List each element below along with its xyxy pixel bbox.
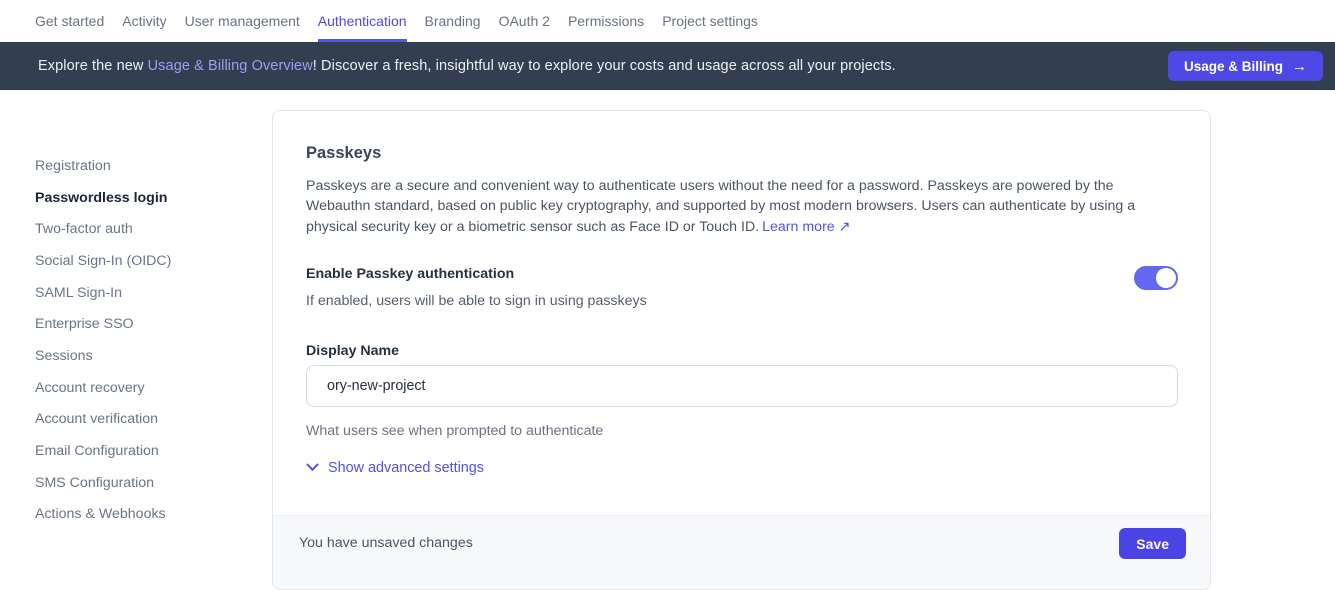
usage-billing-button-label: Usage & Billing <box>1184 59 1283 74</box>
passkeys-settings-card: Passkeys Passkeys are a secure and conve… <box>272 110 1211 590</box>
sidebar-item-account-recovery[interactable]: Account recovery <box>35 372 171 404</box>
sidebar-item-sessions[interactable]: Sessions <box>35 340 171 372</box>
card-footer: You have unsaved changes Save <box>273 515 1210 589</box>
sidebar-item-saml-sign-in[interactable]: SAML Sign-In <box>35 277 171 309</box>
tab-authentication[interactable]: Authentication <box>318 0 407 42</box>
tab-oauth2[interactable]: OAuth 2 <box>499 0 550 42</box>
settings-sidebar: Registration Passwordless login Two-fact… <box>35 150 171 530</box>
tab-activity[interactable]: Activity <box>122 0 166 42</box>
display-name-field: Display Name What users see when prompte… <box>306 343 1178 441</box>
usage-billing-button[interactable]: Usage & Billing → <box>1168 51 1323 81</box>
tab-get-started[interactable]: Get started <box>35 0 104 42</box>
description-text: Passkeys are a secure and convenient way… <box>306 178 1135 235</box>
sidebar-item-two-factor-auth[interactable]: Two-factor auth <box>35 213 171 245</box>
top-nav: Get started Activity User management Aut… <box>0 0 1335 42</box>
sidebar-item-actions-webhooks[interactable]: Actions & Webhooks <box>35 499 171 531</box>
sidebar-item-sms-configuration[interactable]: SMS Configuration <box>35 467 171 499</box>
show-advanced-settings-link[interactable]: Show advanced settings <box>306 458 484 478</box>
banner-text-before: Explore the new <box>38 58 148 74</box>
external-link-icon: ↗ <box>839 219 851 235</box>
banner-text-after: ! Discover a fresh, insightful way to ex… <box>313 58 896 74</box>
sidebar-item-email-configuration[interactable]: Email Configuration <box>35 435 171 467</box>
enable-passkey-row: Enable Passkey authentication If enabled… <box>306 264 1178 311</box>
sidebar-item-enterprise-sso[interactable]: Enterprise SSO <box>35 308 171 340</box>
tab-project-settings[interactable]: Project settings <box>662 0 758 42</box>
display-name-label: Display Name <box>306 343 1178 360</box>
display-name-input[interactable] <box>306 365 1178 407</box>
enable-passkey-toggle[interactable] <box>1134 266 1178 290</box>
toggle-knob <box>1156 268 1176 288</box>
learn-more-label: Learn more <box>762 219 835 235</box>
tab-user-management[interactable]: User management <box>185 0 300 42</box>
sidebar-item-account-verification[interactable]: Account verification <box>35 404 171 436</box>
enable-passkey-label: Enable Passkey authentication <box>306 264 647 284</box>
show-advanced-settings-label: Show advanced settings <box>328 458 484 478</box>
page-title: Passkeys <box>306 144 1178 163</box>
sidebar-item-social-sign-in[interactable]: Social Sign-In (OIDC) <box>35 245 171 277</box>
save-button[interactable]: Save <box>1119 528 1186 559</box>
tab-permissions[interactable]: Permissions <box>568 0 644 42</box>
banner-message: Explore the new Usage & Billing Overview… <box>38 58 1168 74</box>
tab-branding[interactable]: Branding <box>425 0 481 42</box>
enable-passkey-text: Enable Passkey authentication If enabled… <box>306 264 647 311</box>
sidebar-item-registration[interactable]: Registration <box>35 150 171 182</box>
chevron-down-icon <box>306 463 319 472</box>
usage-billing-banner: Explore the new Usage & Billing Overview… <box>0 42 1335 90</box>
learn-more-link[interactable]: Learn more ↗ <box>762 219 850 235</box>
passkeys-description: Passkeys are a secure and convenient way… <box>306 176 1178 237</box>
unsaved-changes-status: You have unsaved changes <box>299 528 473 558</box>
sidebar-item-passwordless-login[interactable]: Passwordless login <box>35 182 171 214</box>
enable-passkey-description: If enabled, users will be able to sign i… <box>306 291 647 311</box>
display-name-helper: What users see when prompted to authenti… <box>306 421 1178 441</box>
arrow-right-icon: → <box>1292 58 1307 75</box>
usage-billing-overview-link[interactable]: Usage & Billing Overview <box>148 58 313 74</box>
card-body: Passkeys Passkeys are a secure and conve… <box>273 111 1210 478</box>
